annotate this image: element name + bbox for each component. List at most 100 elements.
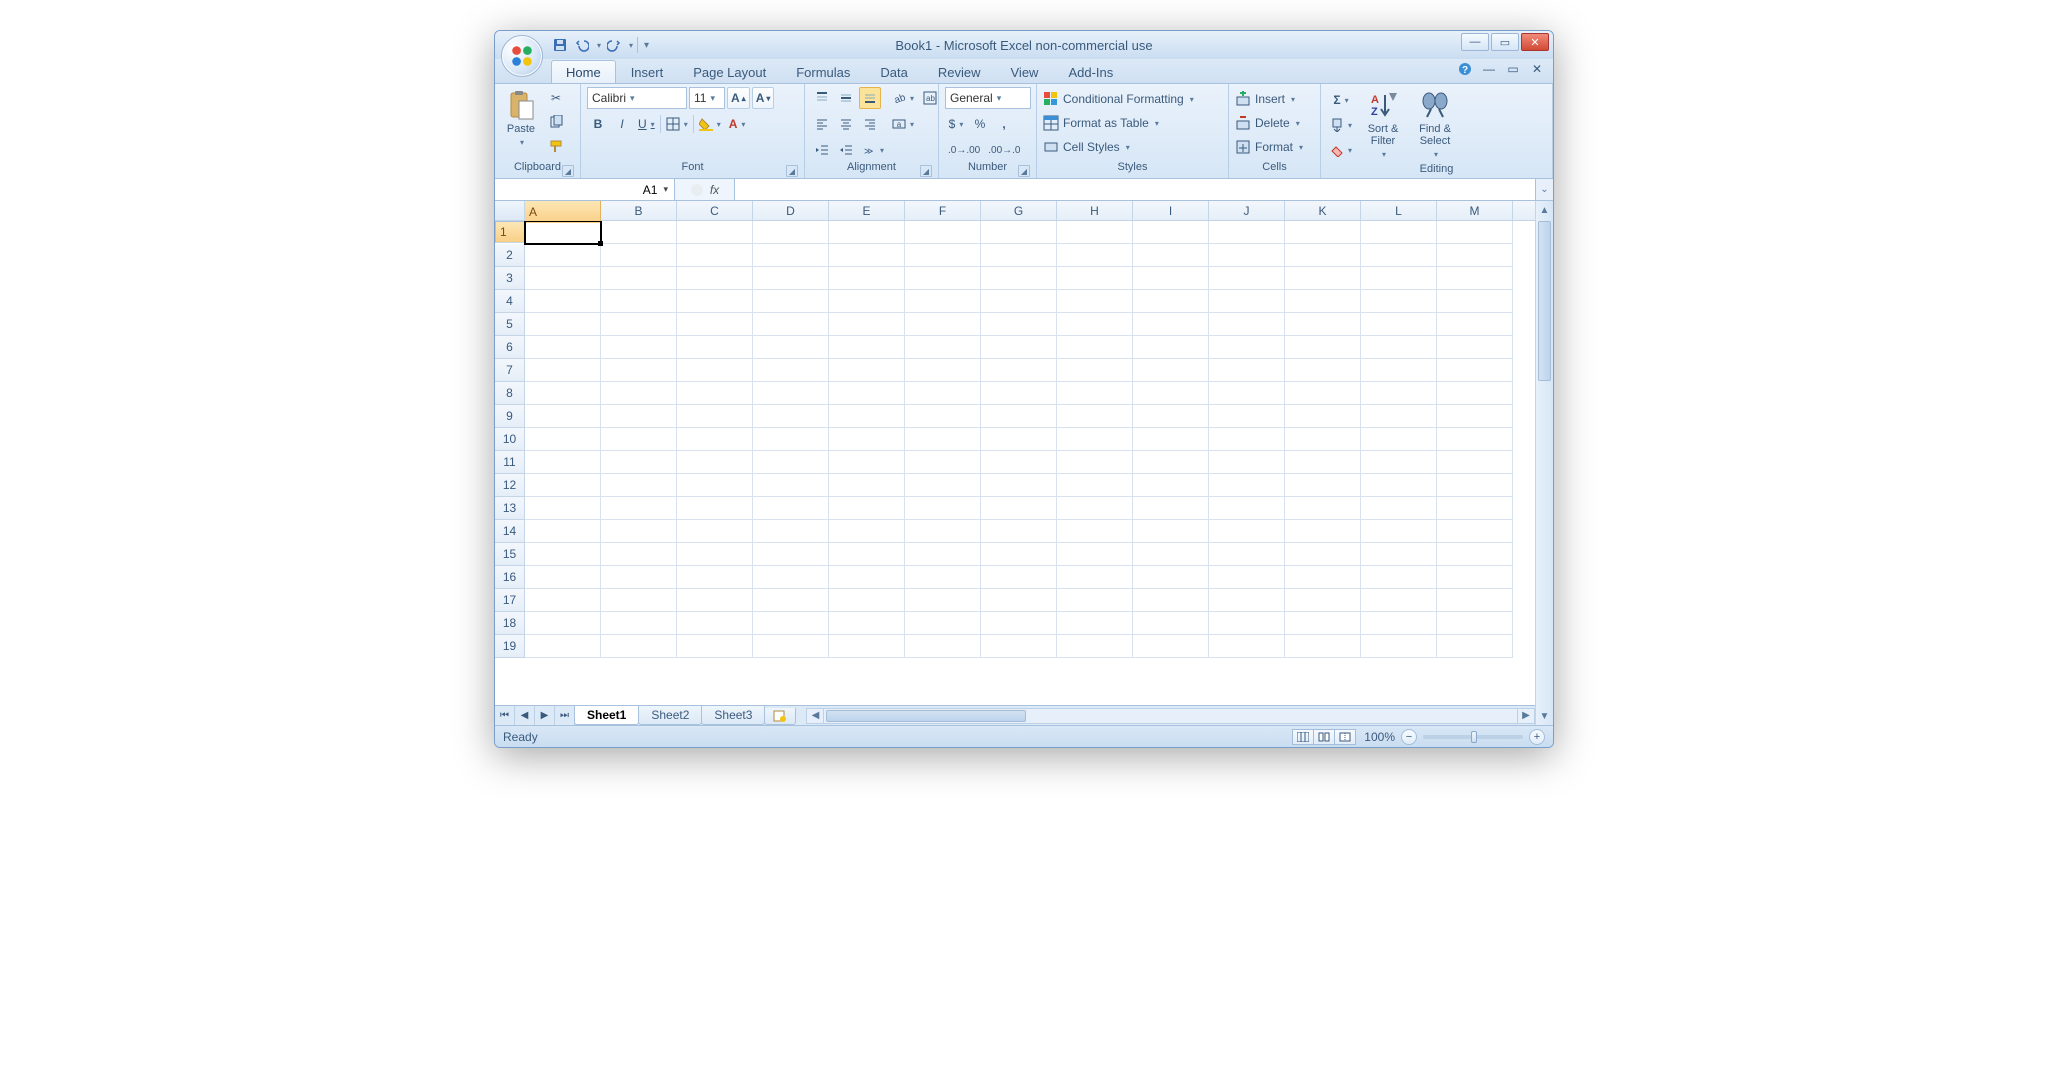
cell[interactable] (525, 612, 601, 635)
cell[interactable] (1209, 635, 1285, 658)
cell[interactable] (1209, 612, 1285, 635)
cell[interactable] (1133, 336, 1209, 359)
cell[interactable] (753, 543, 829, 566)
sort-filter-button[interactable]: AZ Sort & Filter▾ (1359, 87, 1407, 163)
cell[interactable] (677, 612, 753, 635)
cell[interactable] (677, 566, 753, 589)
cell[interactable] (1285, 474, 1361, 497)
cell[interactable] (601, 543, 677, 566)
cell[interactable] (829, 543, 905, 566)
cell[interactable] (525, 313, 601, 336)
cell[interactable] (981, 474, 1057, 497)
cell[interactable] (1057, 428, 1133, 451)
cell[interactable] (677, 359, 753, 382)
cell[interactable] (1285, 612, 1361, 635)
cell[interactable] (1057, 359, 1133, 382)
cell[interactable] (525, 428, 601, 451)
cell[interactable] (677, 313, 753, 336)
zoom-slider-thumb[interactable] (1471, 731, 1477, 743)
dialog-launcher-icon[interactable]: ◢ (920, 165, 932, 177)
cell[interactable] (525, 405, 601, 428)
cell[interactable] (905, 589, 981, 612)
cell[interactable] (829, 566, 905, 589)
cell[interactable] (1057, 336, 1133, 359)
decrease-indent-button[interactable] (811, 139, 833, 161)
font-size-select[interactable]: 11▾ (689, 87, 725, 109)
cell[interactable] (981, 497, 1057, 520)
cell[interactable] (829, 382, 905, 405)
cell[interactable] (753, 313, 829, 336)
column-header[interactable]: G (981, 201, 1057, 220)
cell[interactable] (601, 382, 677, 405)
cell[interactable] (829, 589, 905, 612)
cell[interactable] (1133, 290, 1209, 313)
cell[interactable] (1285, 290, 1361, 313)
cell[interactable] (753, 428, 829, 451)
cell[interactable] (1209, 543, 1285, 566)
cell[interactable] (1361, 497, 1437, 520)
italic-button[interactable]: I (611, 113, 633, 135)
column-header[interactable]: M (1437, 201, 1513, 220)
cell[interactable] (1361, 221, 1437, 244)
cell[interactable] (829, 336, 905, 359)
cell[interactable] (1133, 474, 1209, 497)
sheet-tab[interactable]: Sheet1 (574, 706, 639, 725)
cell[interactable] (829, 451, 905, 474)
cell[interactable] (1437, 267, 1513, 290)
cell[interactable] (753, 290, 829, 313)
doc-close-icon[interactable]: ✕ (1529, 61, 1545, 77)
row-header[interactable]: 11 (495, 451, 525, 474)
cell[interactable] (1361, 635, 1437, 658)
cell[interactable] (829, 359, 905, 382)
cell[interactable] (753, 267, 829, 290)
cell[interactable] (1285, 520, 1361, 543)
cell[interactable] (905, 428, 981, 451)
align-left-button[interactable] (811, 113, 833, 135)
cell[interactable] (981, 290, 1057, 313)
cell[interactable] (1209, 359, 1285, 382)
cell[interactable] (525, 290, 601, 313)
cell[interactable] (525, 267, 601, 290)
cell[interactable] (1437, 359, 1513, 382)
cell[interactable] (677, 543, 753, 566)
cell[interactable] (1057, 543, 1133, 566)
hscroll-track[interactable] (824, 708, 1517, 724)
cell[interactable] (525, 520, 601, 543)
comma-format-button[interactable]: , (993, 113, 1015, 135)
cell[interactable] (1133, 313, 1209, 336)
cell[interactable] (1361, 244, 1437, 267)
cell[interactable] (1209, 405, 1285, 428)
cell[interactable] (601, 451, 677, 474)
cell[interactable] (525, 382, 601, 405)
cell[interactable] (677, 290, 753, 313)
cell-styles-button[interactable]: Cell Styles▾ (1043, 137, 1130, 157)
cell[interactable] (601, 520, 677, 543)
cell[interactable] (753, 451, 829, 474)
undo-dropdown-icon[interactable]: ▾ (597, 41, 601, 50)
select-all-corner[interactable] (495, 201, 525, 220)
cell[interactable] (525, 244, 601, 267)
cell[interactable] (1285, 267, 1361, 290)
borders-button[interactable]: ▾ (663, 113, 691, 135)
row-header[interactable]: 6 (495, 336, 525, 359)
cell[interactable] (1437, 520, 1513, 543)
cell[interactable] (1437, 428, 1513, 451)
cell[interactable] (829, 267, 905, 290)
row-header[interactable]: 13 (495, 497, 525, 520)
tab-insert[interactable]: Insert (616, 60, 679, 83)
cell[interactable] (1437, 382, 1513, 405)
cell[interactable] (981, 451, 1057, 474)
cell[interactable] (753, 474, 829, 497)
cell[interactable] (829, 520, 905, 543)
cell[interactable] (981, 543, 1057, 566)
help-icon[interactable]: ? (1457, 61, 1473, 77)
formula-input[interactable] (735, 179, 1535, 200)
cell[interactable] (601, 428, 677, 451)
tab-add-ins[interactable]: Add-Ins (1053, 60, 1128, 83)
next-sheet-icon[interactable]: ▶ (535, 706, 555, 725)
zoom-value[interactable]: 100% (1364, 730, 1395, 744)
find-select-button[interactable]: Find & Select▾ (1411, 87, 1459, 163)
scroll-left-icon[interactable]: ◀ (806, 708, 824, 724)
qat-customize-icon[interactable]: ▾ (644, 40, 649, 51)
cell[interactable] (525, 543, 601, 566)
